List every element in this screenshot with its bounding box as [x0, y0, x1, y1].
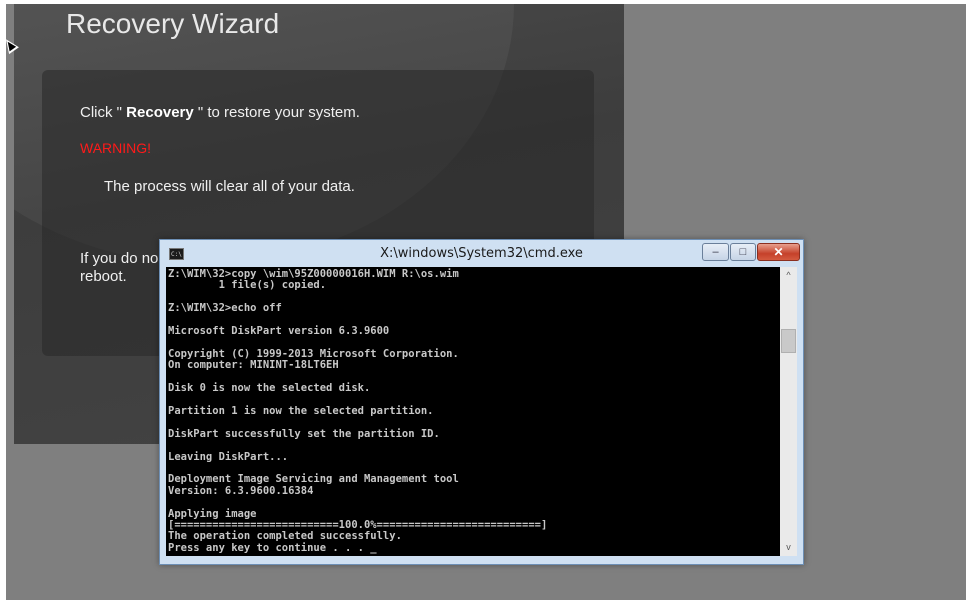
cmd-titlebar[interactable]: C:\ X:\windows\System32\cmd.exe – □ ✕	[160, 240, 803, 267]
console-line: Z:\WIM\32>copy \wim\95Z00000016H.WIM R:\…	[168, 268, 459, 280]
warning-label: WARNING!	[80, 140, 152, 156]
wizard-title: Recovery Wizard	[66, 8, 280, 39]
scrollbar-thumb[interactable]	[781, 329, 796, 353]
console-line: Deployment Image Servicing and Managemen…	[168, 473, 459, 486]
instruction-suffix: " to restore your system.	[193, 104, 360, 121]
scroll-down-arrow-icon[interactable]: v	[780, 539, 797, 556]
console-line: On computer: MININT-18LT6EH	[168, 359, 339, 372]
console-line: DiskPart successfully set the partition …	[168, 427, 440, 440]
instruction-prefix: Click "	[80, 104, 127, 121]
console-line: Disk 0 is now the selected disk.	[168, 382, 371, 395]
instruction-text: Click " Recovery " to restore your syste…	[80, 104, 360, 121]
console-line: Leaving DiskPart...	[168, 450, 289, 463]
console-text: Z:\WIM\32>copy \wim\95Z00000016H.WIM R:\…	[166, 267, 780, 554]
console-line: Z:\WIM\32>echo off	[168, 302, 282, 315]
console-line: Applying image	[168, 507, 257, 520]
console-line: Press any key to continue . . . _	[168, 541, 377, 554]
console-line: The operation completed successfully.	[168, 530, 402, 543]
console-line: Version: 6.3.9600.16384	[168, 484, 314, 497]
console-line: [==========================100.0%=======…	[168, 518, 548, 531]
cmd-window[interactable]: C:\ X:\windows\System32\cmd.exe – □ ✕ Z:…	[159, 239, 804, 565]
console-line: Microsoft DiskPart version 6.3.9600	[168, 325, 390, 338]
console-output[interactable]: Z:\WIM\32>copy \wim\95Z00000016H.WIM R:\…	[166, 267, 780, 556]
process-warning-text: The process will clear all of your data.	[104, 178, 355, 195]
vertical-scrollbar[interactable]: ^ v	[780, 267, 797, 556]
console-line: Partition 1 is now the selected partitio…	[168, 404, 434, 417]
console-line: 1 file(s) copied.	[218, 279, 327, 292]
console-line: Copyright (C) 1999-2013 Microsoft Corpor…	[168, 347, 459, 360]
scroll-up-arrow-icon[interactable]: ^	[780, 267, 797, 284]
recovery-keyword: Recovery	[126, 104, 194, 121]
maximize-button[interactable]: □	[730, 243, 756, 261]
close-button[interactable]: ✕	[757, 243, 800, 261]
minimize-button[interactable]: –	[702, 243, 729, 261]
